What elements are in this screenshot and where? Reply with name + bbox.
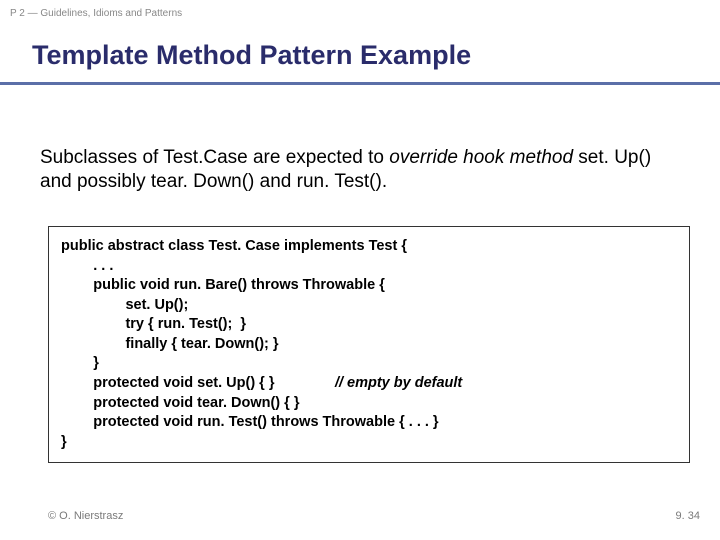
desc-part1: Subclasses of Test.Case are expected to bbox=[40, 147, 389, 168]
description-text: Subclasses of Test.Case are expected to … bbox=[40, 146, 680, 194]
code-line: } bbox=[61, 354, 677, 374]
code-line: try { run. Test(); } bbox=[61, 315, 677, 335]
header-label: P 2 — Guidelines, Idioms and Patterns bbox=[10, 8, 182, 19]
page-title: Template Method Pattern Example bbox=[32, 40, 471, 71]
code-line: protected void set. Up() { } // empty by… bbox=[61, 374, 677, 394]
code-line: public abstract class Test. Case impleme… bbox=[61, 237, 677, 257]
title-underline bbox=[0, 82, 720, 85]
code-fragment: protected void set. Up() { } bbox=[61, 375, 335, 391]
code-line: protected void run. Test() throws Throwa… bbox=[61, 413, 677, 433]
code-line: protected void tear. Down() { } bbox=[61, 394, 677, 414]
footer-page-number: 9. 34 bbox=[676, 510, 700, 522]
code-box: public abstract class Test. Case impleme… bbox=[48, 226, 690, 463]
code-line: } bbox=[61, 433, 677, 453]
code-comment: // empty by default bbox=[335, 375, 462, 391]
code-line: set. Up(); bbox=[61, 296, 677, 316]
code-line: public void run. Bare() throws Throwable… bbox=[61, 276, 677, 296]
code-line: finally { tear. Down(); } bbox=[61, 335, 677, 355]
desc-italic: override hook method bbox=[389, 147, 573, 168]
code-line: . . . bbox=[61, 257, 677, 277]
footer-copyright: © O. Nierstrasz bbox=[48, 510, 123, 522]
